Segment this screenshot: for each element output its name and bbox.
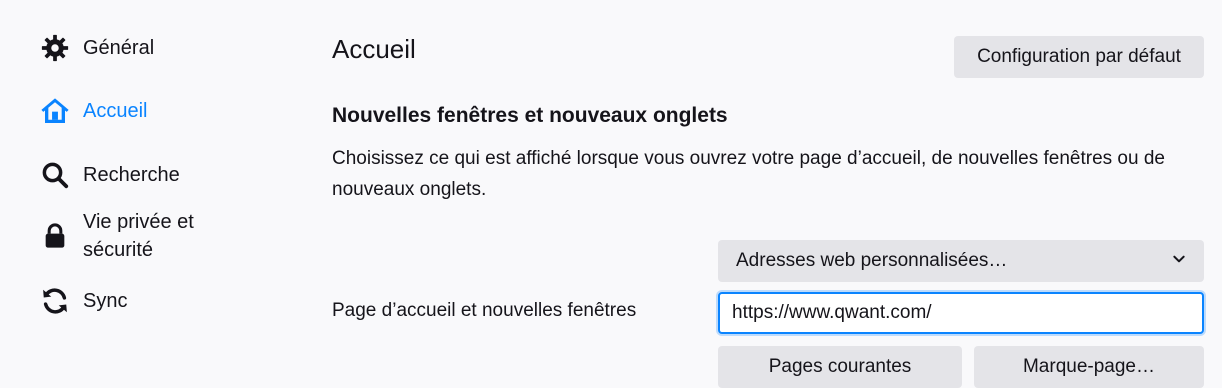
homepage-url-input[interactable] <box>718 292 1204 334</box>
section-description: Choisissez ce qui est affiché lorsque vo… <box>332 148 1165 200</box>
homepage-mode-select[interactable]: Adresses web personnalisées… <box>718 240 1204 282</box>
section-title: Nouvelles fenêtres et nouveaux onglets <box>332 104 728 127</box>
home-icon <box>38 94 72 128</box>
use-current-pages-button[interactable]: Pages courantes <box>718 346 962 388</box>
lock-icon <box>38 219 72 253</box>
sidebar-item-accueil[interactable]: Accueil <box>38 94 147 128</box>
sidebar-item-sync[interactable]: Sync <box>38 284 127 318</box>
search-icon <box>38 158 72 192</box>
sidebar-item-general[interactable]: Général <box>38 31 154 65</box>
main-content: Accueil Configuration par défaut Nouvell… <box>332 0 1222 388</box>
sidebar-item-label: Vie privée et sécurité <box>83 211 194 261</box>
sidebar-item-label: Sync <box>83 290 128 312</box>
use-bookmark-button[interactable]: Marque-page… <box>974 346 1204 388</box>
sidebar-item-label: Recherche <box>83 164 180 186</box>
chevron-down-icon <box>1172 250 1186 272</box>
restore-defaults-button[interactable]: Configuration par défaut <box>954 36 1204 78</box>
gear-icon <box>38 31 72 65</box>
homepage-mode-value: Adresses web personnalisées… <box>736 250 1008 271</box>
homepage-label: Page d’accueil et nouvelles fenêtres <box>332 300 637 321</box>
page-title: Accueil <box>332 34 416 64</box>
sidebar-item-privacy[interactable]: Vie privée et sécurité <box>38 208 243 264</box>
sync-icon <box>38 284 72 318</box>
sidebar: Général Accueil Recherche Vie privée et … <box>0 0 300 375</box>
sidebar-item-recherche[interactable]: Recherche <box>38 158 180 192</box>
sidebar-item-label: Général <box>83 37 155 59</box>
sidebar-item-label: Accueil <box>83 100 148 122</box>
